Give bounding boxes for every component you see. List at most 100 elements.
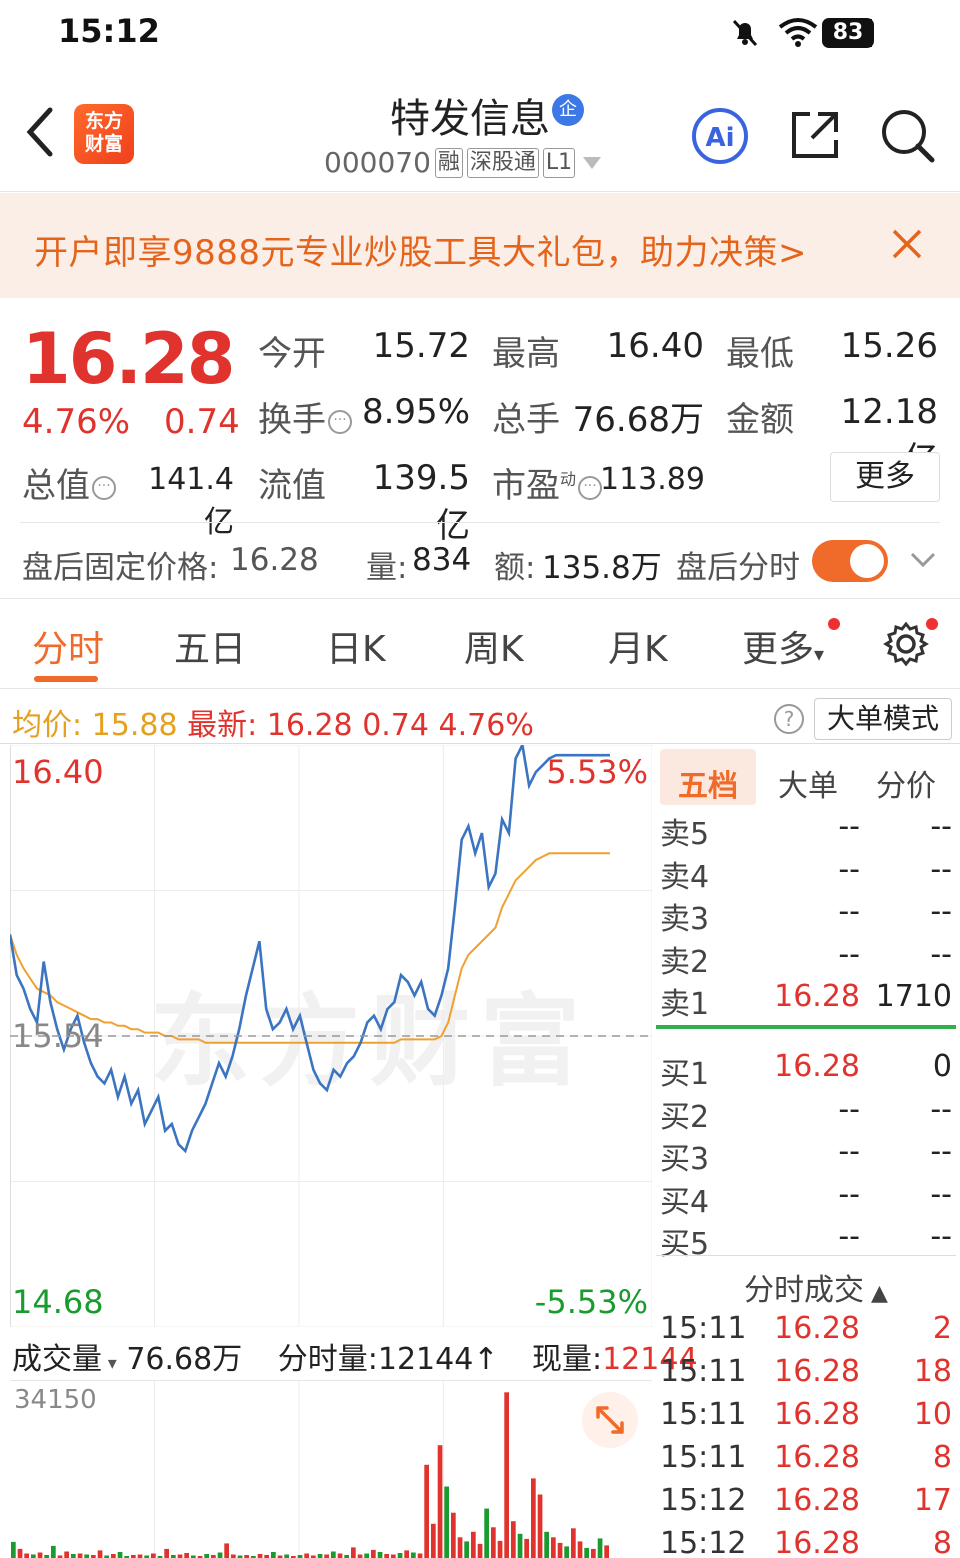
volume-bar <box>51 1545 56 1558</box>
ask-row[interactable]: 卖1 16.28 1710 <box>660 979 956 1022</box>
volume-bar <box>164 1548 169 1558</box>
bid-row[interactable]: 买1 16.28 0 <box>660 1049 956 1092</box>
info-icon[interactable]: ··· <box>92 475 116 500</box>
avg-value: 15.88 <box>91 708 178 743</box>
volume-bar <box>511 1521 516 1558</box>
volume-chart[interactable]: 34150 <box>10 1380 652 1558</box>
expand-icon <box>596 1406 624 1434</box>
volume-bar <box>117 1552 123 1558</box>
volume-bar <box>217 1552 223 1558</box>
tick-time: 15:12 <box>660 1483 747 1518</box>
ask-row[interactable]: 卖5 -- -- <box>660 809 956 852</box>
chevron-down-icon[interactable] <box>908 544 938 574</box>
ask-row[interactable]: 卖3 -- -- <box>660 894 956 937</box>
tick-volume-label: 分时量: <box>277 1342 378 1377</box>
volume-grid <box>10 1380 652 1558</box>
level-price: 16.28 <box>774 1049 860 1084</box>
close-icon[interactable] <box>890 227 924 261</box>
divider <box>0 743 960 744</box>
volume-bar <box>71 1554 76 1558</box>
bid-row[interactable]: 买2 -- -- <box>660 1092 956 1135</box>
ah-amt: 135.8万 <box>542 550 662 586</box>
share-icon[interactable] <box>788 106 844 162</box>
svg-text:Ai: Ai <box>705 123 734 153</box>
ai-assistant-icon[interactable]: Ai <box>690 106 750 166</box>
divider <box>656 1255 956 1256</box>
level-price: -- <box>838 894 860 929</box>
tick-time: 15:11 <box>660 1311 747 1346</box>
high-value: 16.40 <box>606 326 704 366</box>
volume-bar <box>391 1554 396 1558</box>
stock-code: 000070 <box>324 146 431 179</box>
volume-bar <box>371 1549 376 1558</box>
avg-label: 均价: <box>12 708 83 743</box>
volume-bar <box>491 1527 496 1558</box>
tick-volume: 2 <box>932 1311 952 1346</box>
tab-five-day[interactable]: 五日 <box>174 620 246 672</box>
tick-time: 15:11 <box>660 1397 747 1432</box>
volume-bar <box>24 1553 29 1558</box>
info-icon[interactable]: ··· <box>328 409 352 434</box>
chart-tabs: 分时 五日 日K 周K 月K 更多▾ <box>0 600 960 688</box>
help-icon[interactable]: ? <box>774 704 804 734</box>
tick-row: 15:11 16.28 10 <box>660 1397 956 1440</box>
tab-monthly-k[interactable]: 月K <box>608 620 668 672</box>
stock-subtitle[interactable]: 000070 融 深股通 L1 <box>324 146 605 179</box>
volume-bar <box>64 1551 69 1558</box>
volume-bar <box>304 1553 309 1558</box>
intraday-chart[interactable]: 16.40 15.54 14.68 5.53% -5.53% <box>10 745 652 1327</box>
ob-tab-five-level[interactable]: 五档 <box>678 761 738 805</box>
tick-volume: 8 <box>932 1526 952 1558</box>
tick-time: 15:12 <box>660 1526 747 1558</box>
tick-trades-title[interactable]: 分时成交 ▲ <box>744 1265 888 1309</box>
volume-indicator-select[interactable]: 成交量 ▾ <box>12 1342 117 1377</box>
tab-more[interactable]: 更多▾ <box>742 620 824 672</box>
expand-chart-button[interactable] <box>582 1392 638 1448</box>
info-icon[interactable]: ··· <box>578 475 603 500</box>
tick-price: 16.28 <box>774 1311 860 1346</box>
volume-bar <box>231 1554 236 1558</box>
ah-vol: 834 <box>412 542 472 578</box>
tick-row: 15:12 16.28 8 <box>660 1526 956 1558</box>
divider <box>0 688 960 689</box>
tab-weekly-k[interactable]: 周K <box>464 620 524 672</box>
intraday-summary: 均价: 15.88 最新: 16.28 0.74 4.76% <box>12 700 534 744</box>
order-book-panel: 五档 大单 分价 卖5 -- -- 卖4 -- -- 卖3 -- -- 卖2 -- -- 卖1 16.28… <box>656 745 960 1558</box>
level-price: -- <box>838 1176 860 1212</box>
promo-banner[interactable]: 开户即享9888元专业炒股工具大礼包，助力决策> <box>0 193 960 298</box>
volume-header: 成交量 ▾ 76.68万 分时量:12144↑ 现量:12144 <box>12 1334 698 1378</box>
tab-daily-k[interactable]: 日K <box>326 620 386 672</box>
volume-bar <box>464 1541 469 1558</box>
ask-row[interactable]: 卖2 -- -- <box>660 937 956 980</box>
promo-text[interactable]: 开户即享9888元专业炒股工具大礼包，助力决策> <box>34 225 807 274</box>
ask-row[interactable]: 卖4 -- -- <box>660 852 956 895</box>
big-order-mode-button[interactable]: 大单模式 <box>814 698 952 740</box>
ob-tab-price-dist[interactable]: 分价 <box>876 761 936 805</box>
open-label: 今开 <box>258 334 326 374</box>
settings-gear-icon[interactable] <box>882 620 930 668</box>
volume-label: 总手 <box>492 400 560 440</box>
notification-dot <box>926 618 938 630</box>
level-label: 买5 <box>660 1227 710 1262</box>
level-label: 卖4 <box>660 859 710 895</box>
search-icon[interactable] <box>878 106 938 166</box>
volume-bar <box>364 1553 369 1558</box>
volume-bar <box>471 1531 476 1558</box>
more-button[interactable]: 更多 <box>830 452 940 502</box>
tick-row: 15:11 16.28 18 <box>660 1354 956 1397</box>
volume-bar <box>484 1508 489 1558</box>
tab-intraday[interactable]: 分时 <box>32 620 104 672</box>
tick-row: 15:11 16.28 8 <box>660 1440 956 1483</box>
tick-volume: 10 <box>913 1397 952 1432</box>
volume-bar <box>37 1552 43 1558</box>
y-axis-mid: 15.54 <box>12 1017 104 1055</box>
ob-tab-big-order[interactable]: 大单 <box>778 761 838 805</box>
pct-axis-bottom: -5.53% <box>535 1283 648 1321</box>
low-value: 15.26 <box>840 326 938 366</box>
amount-label: 金额 <box>726 400 794 440</box>
volume-bar <box>17 1548 23 1558</box>
bid-row[interactable]: 买4 -- -- <box>660 1176 956 1220</box>
tick-row: 15:12 16.28 17 <box>660 1483 956 1526</box>
bid-row[interactable]: 买3 -- -- <box>660 1134 956 1177</box>
after-hours-toggle[interactable] <box>812 540 888 582</box>
